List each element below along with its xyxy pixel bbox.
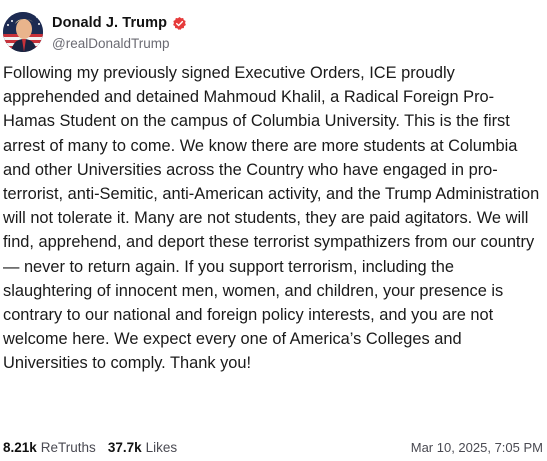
likes-label: Likes xyxy=(145,439,178,455)
author-block: Donald J. Trump @realDonaldTrump xyxy=(52,13,187,51)
retruths-label: ReTruths xyxy=(40,439,96,455)
author-display-name[interactable]: Donald J. Trump xyxy=(52,15,167,31)
retruths-count: 8.21k xyxy=(3,439,37,455)
likes-stat[interactable]: 37.7k Likes xyxy=(108,440,177,455)
likes-count: 37.7k xyxy=(107,439,142,455)
post-text: Following my previously signed Executive… xyxy=(3,64,544,373)
verified-badge-icon xyxy=(172,16,187,31)
retruths-stat[interactable]: 8.21k ReTruths xyxy=(3,440,96,455)
post-card: Donald J. Trump @realDonaldTrump Followi… xyxy=(0,0,547,461)
post-footer: 8.21k ReTruths 37.7k Likes Mar 10, 2025, 7… xyxy=(3,437,543,457)
author-name-row: Donald J. Trump xyxy=(52,13,187,33)
avatar[interactable] xyxy=(3,12,43,52)
author-handle[interactable]: @realDonaldTrump xyxy=(52,36,187,51)
post-timestamp[interactable]: Mar 10, 2025, 7:05 PM xyxy=(411,440,543,455)
